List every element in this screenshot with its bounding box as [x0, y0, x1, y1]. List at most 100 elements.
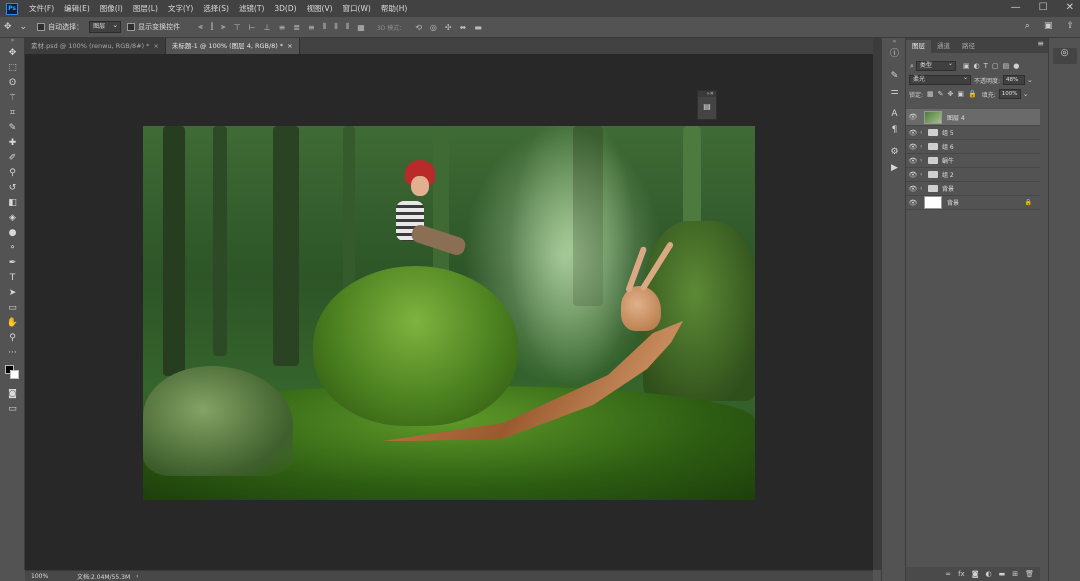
- filter-smart-object-icon[interactable]: ▤: [1003, 62, 1010, 70]
- distribute-left-icon[interactable]: ⦀: [323, 22, 327, 32]
- align-right-icon[interactable]: ⫸: [221, 22, 226, 32]
- distribute-vcenter-icon[interactable]: ≣: [293, 23, 300, 32]
- show-transform-checkbox[interactable]: [127, 23, 136, 31]
- character-panel-icon[interactable]: A: [882, 106, 907, 122]
- 3d-roll-icon[interactable]: ◎: [430, 23, 437, 32]
- link-layers-icon[interactable]: ∞: [945, 570, 951, 578]
- filter-adjustment-icon[interactable]: ◐: [974, 62, 980, 70]
- menu-image[interactable]: 图像(I): [95, 3, 128, 14]
- menu-file[interactable]: 文件(F): [24, 3, 59, 14]
- toolbar-collapse-icon[interactable]: »: [0, 38, 25, 46]
- close-window-icon[interactable]: ✕: [1066, 2, 1074, 13]
- new-group-icon[interactable]: ▬: [999, 570, 1006, 578]
- filter-kind-dropdown[interactable]: 类型: [915, 60, 956, 71]
- visibility-eye-icon[interactable]: 👁: [906, 171, 920, 179]
- layer-row-snail[interactable]: 👁 › 蜗牛: [906, 154, 1040, 168]
- close-tab-icon[interactable]: ×: [153, 42, 158, 50]
- tool-preset-chevron-icon[interactable]: ⌄: [20, 22, 28, 32]
- align-top-icon[interactable]: ⊤: [234, 23, 241, 32]
- move-tool[interactable]: ✥: [0, 46, 25, 61]
- status-menu-arrow-icon[interactable]: ›: [136, 573, 138, 580]
- magic-wand-tool[interactable]: ⚚: [0, 91, 25, 106]
- expand-arrow-icon[interactable]: ›: [920, 185, 928, 192]
- info-panel-icon[interactable]: ⓘ: [882, 46, 907, 62]
- document-canvas-image[interactable]: [143, 126, 755, 500]
- tab-channels[interactable]: 通道: [931, 40, 956, 53]
- 3d-scale-icon[interactable]: ▬: [474, 23, 482, 32]
- expand-arrow-icon[interactable]: ›: [920, 157, 928, 164]
- fill-chevron-icon[interactable]: ⌄: [1023, 90, 1029, 98]
- layer-row-background-group[interactable]: 👁 › 背景: [906, 182, 1040, 196]
- opacity-input[interactable]: 48%: [1003, 75, 1026, 85]
- distribute-right-icon[interactable]: ⦀: [346, 22, 350, 32]
- align-left-icon[interactable]: ⫷: [198, 22, 203, 32]
- menu-type[interactable]: 文字(Y): [163, 3, 198, 14]
- character-panel-icon[interactable]: ▤: [698, 102, 716, 111]
- menu-3d[interactable]: 3D(D): [269, 4, 301, 13]
- 3d-slide-icon[interactable]: ⬌: [460, 23, 467, 32]
- align-bottom-icon[interactable]: ⊥: [264, 23, 271, 32]
- libraries-icon[interactable]: ◎: [1052, 48, 1077, 64]
- type-tool[interactable]: T: [0, 271, 25, 286]
- align-hcenter-icon[interactable]: ⫿: [211, 22, 214, 32]
- visibility-eye-icon[interactable]: 👁: [906, 129, 920, 137]
- floating-mini-panel[interactable]: »✕ ▤: [697, 90, 717, 120]
- 3d-pan-icon[interactable]: ✣: [445, 23, 452, 32]
- auto-select-checkbox[interactable]: [37, 23, 46, 31]
- eraser-tool[interactable]: ◧: [0, 196, 25, 211]
- canvas-area[interactable]: »✕ ▤: [25, 54, 873, 570]
- brush-panel-icon[interactable]: ✎: [882, 68, 907, 84]
- align-vcenter-icon[interactable]: ⊢: [249, 23, 256, 32]
- visibility-eye-icon[interactable]: 👁: [906, 143, 920, 151]
- eyedropper-tool[interactable]: ✎: [0, 121, 25, 136]
- lock-artboard-icon[interactable]: ▣: [957, 90, 964, 98]
- properties-panel-icon[interactable]: ⚙: [882, 144, 907, 160]
- actions-panel-icon[interactable]: ▶: [882, 160, 907, 176]
- adjustment-layer-icon[interactable]: ◐: [986, 570, 992, 578]
- filter-shape-icon[interactable]: ▢: [992, 62, 999, 70]
- crop-tool[interactable]: ⌗: [0, 106, 25, 121]
- zoom-field[interactable]: 100%: [31, 573, 67, 580]
- tab-layers[interactable]: 图层: [906, 40, 931, 53]
- minimize-icon[interactable]: —: [1011, 2, 1021, 13]
- maximize-icon[interactable]: ☐: [1039, 2, 1048, 13]
- visibility-eye-icon[interactable]: 👁: [906, 199, 920, 207]
- visibility-eye-icon[interactable]: 👁: [906, 185, 920, 193]
- path-selection-tool[interactable]: ➤: [0, 286, 25, 301]
- new-layer-icon[interactable]: ⊞: [1012, 570, 1018, 578]
- paint-bucket-tool[interactable]: ◈: [0, 211, 25, 226]
- 3d-rotate-icon[interactable]: ⟲: [415, 23, 422, 32]
- menu-edit[interactable]: 编辑(E): [59, 3, 95, 14]
- tab-paths[interactable]: 路径: [956, 40, 981, 53]
- visibility-eye-icon[interactable]: 👁: [906, 157, 920, 165]
- share-icon[interactable]: ⇪: [1066, 21, 1074, 31]
- more-tools-icon[interactable]: ···: [0, 346, 25, 361]
- close-tab-icon[interactable]: ×: [287, 42, 292, 50]
- paragraph-panel-icon[interactable]: ¶: [882, 122, 907, 138]
- blend-mode-dropdown[interactable]: 柔光: [909, 74, 971, 85]
- mini-panel-close-icon[interactable]: »✕: [698, 91, 716, 97]
- distribute-top-icon[interactable]: ≡: [279, 23, 286, 32]
- brush-tool[interactable]: ✐: [0, 151, 25, 166]
- filter-type-icon[interactable]: T: [984, 62, 988, 70]
- history-brush-tool[interactable]: ↺: [0, 181, 25, 196]
- auto-align-icon[interactable]: ▦: [357, 23, 365, 32]
- workspace-icon[interactable]: ▣: [1044, 21, 1053, 31]
- clone-stamp-tool[interactable]: ⚲: [0, 166, 25, 181]
- hand-tool[interactable]: ✋: [0, 316, 25, 331]
- blur-tool[interactable]: ●: [0, 226, 25, 241]
- fill-input[interactable]: 100%: [998, 89, 1021, 99]
- layer-row-background[interactable]: 👁 背景 🔒: [906, 196, 1040, 210]
- layer-row-group-2[interactable]: 👁 › 组 2: [906, 168, 1040, 182]
- menu-help[interactable]: 帮助(H): [376, 3, 413, 14]
- menu-select[interactable]: 选择(S): [198, 3, 234, 14]
- expand-arrow-icon[interactable]: ›: [920, 171, 928, 178]
- lock-transparent-icon[interactable]: ▦: [927, 90, 934, 98]
- quick-mask-icon[interactable]: ◙: [0, 387, 25, 402]
- healing-brush-tool[interactable]: ✚: [0, 136, 25, 151]
- filter-toggle-icon[interactable]: ●: [1013, 62, 1019, 70]
- delete-layer-icon[interactable]: 🗑: [1025, 570, 1034, 578]
- distribute-bottom-icon[interactable]: ≡: [308, 23, 315, 32]
- layer-row-layer-4[interactable]: 👁 图层 4: [906, 109, 1040, 126]
- layer-row-group-6[interactable]: 👁 › 组 6: [906, 140, 1040, 154]
